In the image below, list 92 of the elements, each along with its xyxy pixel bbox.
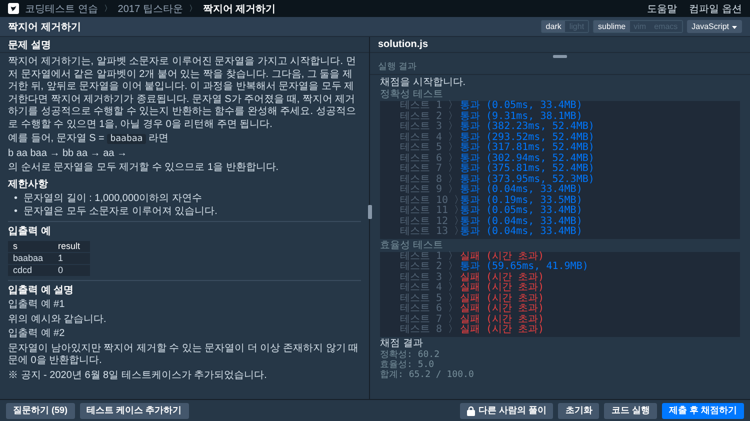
- option-tab[interactable]: dark: [542, 21, 566, 32]
- bullet-marker: •: [14, 193, 18, 206]
- test-label: 테스트 8 〉: [400, 325, 454, 336]
- resize-handle[interactable]: [553, 54, 567, 58]
- nav-link[interactable]: 도움말: [647, 2, 678, 16]
- constraint-item: 문자열의 길이 : 1,000,000이하의 자연수: [24, 193, 202, 206]
- caret-icon: [732, 26, 737, 29]
- action-button[interactable]: 다른 사람의 풀이: [460, 402, 554, 418]
- test-label: 테스트 3 〉: [400, 272, 454, 282]
- steps-text: b aa baa → bb aa → aa →: [8, 148, 128, 160]
- option-tab[interactable]: sublime: [594, 21, 630, 32]
- table-header-cell: result: [53, 240, 90, 252]
- explanation-text: 위의 예시와 같습니다.: [8, 314, 108, 326]
- panel-header: 실행 결과: [370, 59, 750, 75]
- test-result: 통과 (59.65ms, 41.9MB): [460, 262, 588, 272]
- table-cell: 0: [53, 264, 90, 276]
- test-result: 실패 (시간 초과): [460, 325, 544, 336]
- test-label: 테스트 7 〉: [400, 164, 454, 174]
- section-heading: 입출력 예 설명: [8, 284, 75, 297]
- explanation-text: 문자열이 남아있지만 짝지어 제거할 수 있는 문자열이 더 이상 존재하지 않기 때문에 0을 반환합니다.: [8, 342, 360, 368]
- action-button[interactable]: 코드 실행: [604, 402, 657, 418]
- test-result: 실패 (시간 초과): [460, 304, 544, 314]
- test-result: 통과 (375.81ms, 52.4MB): [460, 164, 594, 174]
- score-text: 정확성: 60.2: [380, 350, 441, 360]
- test-label: 테스트 8 〉: [400, 174, 454, 184]
- footer-button[interactable]: 테스트 케이스 추가하기: [80, 402, 189, 418]
- panel-header: 문제 설명: [0, 37, 369, 53]
- test-result: 통과 (373.95ms, 52.3MB): [460, 174, 594, 184]
- breadcrumb-link[interactable]: 2017 팁스타운: [118, 2, 183, 16]
- action-button[interactable]: 초기화: [558, 402, 600, 418]
- problem-title: 짝지어 제거하기: [8, 20, 81, 34]
- table-cell: 1: [53, 252, 90, 264]
- test-result: 통과 (382.23ms, 52.4MB): [460, 122, 594, 132]
- breadcrumb-link[interactable]: 코딩테스트 연습: [25, 2, 98, 16]
- test-label: 테스트 3 〉: [400, 122, 454, 132]
- table-cell: cdcd: [8, 264, 54, 276]
- test-label: 테스트 4 〉: [400, 132, 454, 142]
- test-result: 실패 (시간 초과): [460, 283, 544, 293]
- description-text: 짝지어 제거하기는, 알파벳 소문자로 이루어진 문자열을 가지고 시작합니다. 먼저 문자열에서 같은 알파벳이 2개 붙어 있는 짝을 찾습니다. 그다음, 그 둘을 제거한 뒤, 앞뒤로 문자열을 이어 붙입니다. 이 과정을 반복해서 문자열을 모두 제거한다면 짝지어 제거하기가 종료됩니다. 문자열 S가 주어졌을 때, 짝지어 제거하기를 성공적으로 수행할 수 있는지 반환하는 함수를 완성해 주세요. 성공적으로 수행할 수 있으면 1을, 아닐 경우 0을 리턴해 주면 됩니다.: [8, 56, 357, 131]
- lock-icon: [467, 406, 476, 416]
- section-heading: 제한사항: [8, 178, 49, 191]
- test-result: 실패 (시간 초과): [460, 272, 544, 282]
- test-label: 테스트 9 〉: [400, 185, 454, 195]
- test-label: 테스트 5 〉: [400, 143, 454, 153]
- test-label: 테스트 1 〉: [400, 252, 454, 262]
- resize-handle[interactable]: [368, 205, 372, 219]
- test-label: 테스트 7 〉: [400, 314, 454, 324]
- submit-button[interactable]: 제출 후 채점하기: [662, 402, 744, 418]
- test-result: 실패 (시간 초과): [460, 294, 544, 304]
- breadcrumb-separator: 〉: [188, 3, 197, 14]
- explanation-text: 입출력 예 #2: [8, 328, 66, 340]
- language-dropdown[interactable]: JavaScript: [686, 20, 742, 33]
- section-heading: 입출력 예: [8, 226, 52, 238]
- test-label: 테스트 1 〉: [400, 101, 454, 111]
- test-label: 테스트 6 〉: [400, 154, 454, 164]
- notice-text: ※ 공지 - 2020년 6월 8일 테스트케이스가 추가되었습니다.: [8, 370, 268, 382]
- test-result: 통과 (0.04ms, 33.4MB): [460, 216, 582, 226]
- test-result: 실패 (시간 초과): [460, 314, 544, 324]
- nav-link[interactable]: 컴파일 옵션: [689, 2, 742, 16]
- constraint-item: 문자열은 모두 소문자로 이루어져 있습니다.: [24, 206, 218, 218]
- explanation-text: 입출력 예 #1: [8, 299, 66, 312]
- table-cell: baabaa: [8, 252, 54, 264]
- test-label: 테스트 4 〉: [400, 283, 454, 293]
- status-text: 채점을 시작합니다.: [380, 77, 467, 89]
- test-label: 테스트 2 〉: [400, 112, 454, 122]
- score-text: 효율성: 5.0: [380, 360, 436, 370]
- test-label: 테스트 2 〉: [400, 262, 454, 272]
- conclusion-text: 의 순서로 문자열을 모두 제거할 수 있으므로 1을 반환합니다.: [8, 162, 280, 174]
- group-title: 효율성 테스트: [380, 240, 444, 252]
- test-result: 통과 (0.05ms, 33.4MB): [460, 206, 582, 216]
- test-result: 실패 (시간 초과): [460, 252, 544, 262]
- test-result: 통과 (293.52ms, 52.4MB): [460, 132, 594, 142]
- test-result: 통과 (0.04ms, 33.4MB): [460, 185, 582, 195]
- test-result: 통과 (317.81ms, 52.4MB): [460, 143, 594, 153]
- test-result: 통과 (302.94ms, 52.4MB): [460, 154, 594, 164]
- logo-icon[interactable]: [8, 3, 19, 14]
- score-text: 합계: 65.2 / 100.0: [380, 370, 475, 380]
- table-header-cell: s: [8, 240, 54, 252]
- summary-title: 채점 결과: [380, 338, 424, 350]
- test-result: 통과 (9.31ms, 38.1MB): [460, 112, 582, 122]
- bullet-marker: •: [14, 206, 18, 218]
- test-label: 테스트 5 〉: [400, 294, 454, 304]
- file-tab[interactable]: solution.js: [370, 37, 750, 53]
- footer-button[interactable]: 질문하기 (59): [6, 402, 75, 418]
- test-result: 통과 (0.04ms, 33.4MB): [460, 227, 582, 238]
- test-result: 통과 (0.19ms, 33.5MB): [460, 196, 582, 206]
- test-label: 테스트 6 〉: [400, 304, 454, 314]
- breadcrumb-separator: 〉: [104, 3, 112, 14]
- group-title: 정확성 테스트: [380, 89, 444, 100]
- breadcrumb-current: 짝지어 제거하기: [202, 2, 276, 16]
- example-text: 예를 들어, 문자열 S = baabaa 라면: [8, 133, 170, 146]
- test-result: 통과 (0.05ms, 33.4MB): [460, 101, 582, 111]
